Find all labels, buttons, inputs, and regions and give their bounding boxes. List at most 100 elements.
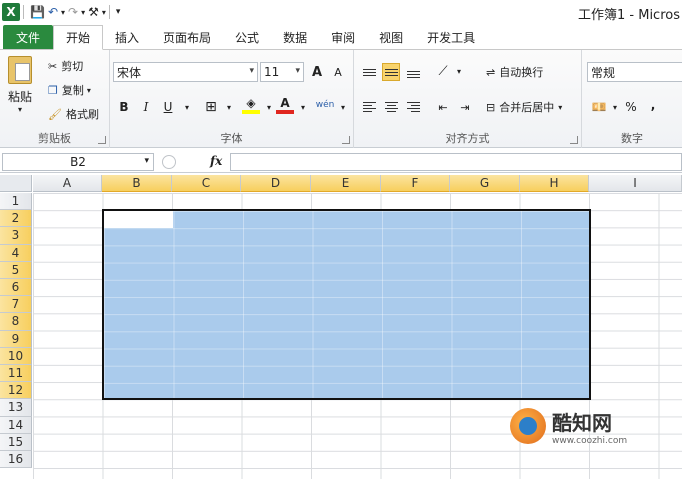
column-header-a[interactable]: A — [33, 175, 102, 192]
clipboard-group-label: 剪贴板 — [38, 132, 71, 145]
column-header-g[interactable]: G — [450, 175, 520, 192]
tab-home[interactable]: 开始 — [53, 25, 104, 50]
row-header-9[interactable]: 9 — [0, 330, 32, 348]
watermark: 酷知网 www.coozhi.com — [510, 404, 660, 448]
alignment-group: ⟋ ▾ ⇌ 自动换行 ⇤ ⇥ ⊟ 合并后居中 ▾ 对齐方式 — [354, 50, 582, 148]
row-header-3[interactable]: 3 — [0, 227, 32, 245]
scroll-handle-icon[interactable] — [162, 155, 176, 169]
fill-color-icon[interactable]: ◈ — [242, 96, 260, 114]
align-right-icon[interactable] — [404, 98, 422, 116]
shrink-font-button[interactable]: A — [329, 63, 347, 81]
merge-center-label: 合并后居中 — [499, 101, 555, 114]
grow-font-button[interactable]: A — [308, 63, 326, 81]
chevron-down-icon: ▾ — [249, 66, 254, 76]
tab-developer[interactable]: 开发工具 — [415, 25, 487, 49]
decrease-indent-icon[interactable]: ⇤ — [434, 98, 452, 116]
row-header-1[interactable]: 1 — [0, 193, 32, 211]
percent-button[interactable]: % — [622, 98, 640, 116]
tab-page-layout[interactable]: 页面布局 — [151, 25, 223, 49]
column-header-f[interactable]: F — [381, 175, 450, 192]
font-group: 宋体 ▾ 11 ▾ A A B I U ▾ ⊞ ▾ ◈ ▾ A ▾ wén ▾ … — [110, 50, 354, 148]
comma-button[interactable]: , — [644, 96, 662, 114]
row-header-8[interactable]: 8 — [0, 313, 32, 331]
insert-function-button[interactable]: fx — [210, 154, 222, 168]
select-all-corner[interactable] — [0, 175, 32, 192]
align-bottom-icon[interactable] — [404, 65, 422, 83]
row-header-16[interactable]: 16 — [0, 451, 32, 469]
quick-access-menu-icon[interactable]: ▾ — [116, 3, 121, 21]
chevron-down-icon[interactable]: ▾ — [294, 98, 312, 116]
font-name-combo[interactable]: 宋体 ▾ — [113, 62, 258, 82]
row-header-4[interactable]: 4 — [0, 244, 32, 262]
merge-center-button[interactable]: ⊟ 合并后居中 ▾ — [486, 99, 562, 115]
undo-dropdown-icon[interactable]: ▾ — [61, 3, 65, 21]
chevron-down-icon[interactable]: ▾ — [334, 98, 352, 116]
tab-view[interactable]: 视图 — [367, 25, 415, 49]
active-cell[interactable] — [104, 211, 173, 228]
redo-dropdown-icon[interactable]: ▾ — [81, 3, 85, 21]
redo-icon[interactable]: ↷ — [68, 3, 78, 21]
chevron-down-icon[interactable]: ▾ — [450, 62, 468, 80]
column-header-e[interactable]: E — [311, 175, 381, 192]
cut-label: 剪切 — [61, 60, 84, 73]
name-box[interactable]: B2 ▾ — [2, 153, 154, 171]
dialog-launcher-icon[interactable] — [342, 136, 350, 144]
scissors-icon: ✂ — [48, 59, 58, 73]
column-header-d[interactable]: D — [241, 175, 311, 192]
align-top-icon[interactable] — [360, 63, 378, 81]
watermark-text: 酷知网 www.coozhi.com — [552, 407, 627, 446]
chevron-down-icon: ▾ — [295, 66, 300, 76]
wrap-text-icon: ⇌ — [486, 65, 496, 79]
align-center-icon[interactable] — [382, 98, 400, 116]
row-header-5[interactable]: 5 — [0, 261, 32, 279]
align-middle-icon[interactable] — [382, 63, 400, 81]
number-format-combo[interactable]: 常规 — [587, 62, 682, 82]
column-header-b[interactable]: B — [102, 175, 172, 192]
dialog-launcher-icon[interactable] — [570, 136, 578, 144]
row-header-13[interactable]: 13 — [0, 399, 32, 417]
dialog-launcher-icon[interactable] — [98, 136, 106, 144]
font-color-button[interactable]: A — [276, 96, 294, 114]
tab-formulas[interactable]: 公式 — [223, 25, 271, 49]
row-header-7[interactable]: 7 — [0, 296, 32, 314]
row-header-11[interactable]: 11 — [0, 365, 32, 383]
brush-icon: 🖌 — [48, 107, 62, 121]
tab-file[interactable]: 文件 — [3, 25, 53, 49]
increase-indent-icon[interactable]: ⇥ — [456, 98, 474, 116]
row-header-2[interactable]: 2 — [0, 210, 32, 228]
selected-range[interactable] — [102, 209, 591, 400]
phonetic-guide-icon[interactable]: wén — [316, 96, 335, 114]
tab-insert[interactable]: 插入 — [103, 25, 151, 49]
italic-button[interactable]: I — [137, 98, 155, 116]
formula-input[interactable] — [230, 153, 682, 171]
alignment-group-label: 对齐方式 — [445, 132, 490, 145]
row-header-10[interactable]: 10 — [0, 347, 32, 365]
row-header-12[interactable]: 12 — [0, 382, 32, 400]
bold-button[interactable]: B — [115, 98, 133, 116]
copy-button[interactable]: ❐ 复制 ▾ — [48, 82, 91, 98]
paste-button[interactable]: 粘贴 ▾ — [8, 56, 32, 114]
cut-button[interactable]: ✂ 剪切 — [48, 58, 83, 74]
tab-review[interactable]: 审阅 — [319, 25, 367, 49]
column-header-c[interactable]: C — [172, 175, 241, 192]
font-size-combo[interactable]: 11 ▾ — [260, 62, 304, 82]
selection-gridlines — [104, 211, 589, 398]
format-painter-button[interactable]: 🖌 格式刷 — [48, 106, 99, 122]
save-icon[interactable]: 💾 — [30, 3, 45, 21]
column-header-i[interactable]: I — [589, 175, 682, 192]
column-header-h[interactable]: H — [520, 175, 589, 192]
undo-icon[interactable]: ↶ — [48, 3, 58, 21]
border-icon[interactable]: ⊞ — [202, 98, 220, 116]
align-left-icon[interactable] — [360, 98, 378, 116]
customize-icon[interactable]: ⚒ — [88, 3, 99, 21]
row-header-6[interactable]: 6 — [0, 279, 32, 297]
tab-data[interactable]: 数据 — [271, 25, 319, 49]
font-group-label: 字体 — [220, 132, 243, 145]
row-header-14[interactable]: 14 — [0, 416, 32, 434]
customize-dropdown-icon[interactable]: ▾ — [102, 3, 106, 21]
underline-button[interactable]: U — [159, 98, 177, 116]
wrap-text-button[interactable]: ⇌ 自动换行 — [486, 64, 543, 80]
chevron-down-icon[interactable]: ▾ — [178, 98, 196, 116]
row-header-15[interactable]: 15 — [0, 433, 32, 451]
chevron-down-icon[interactable]: ▾ — [220, 98, 238, 116]
